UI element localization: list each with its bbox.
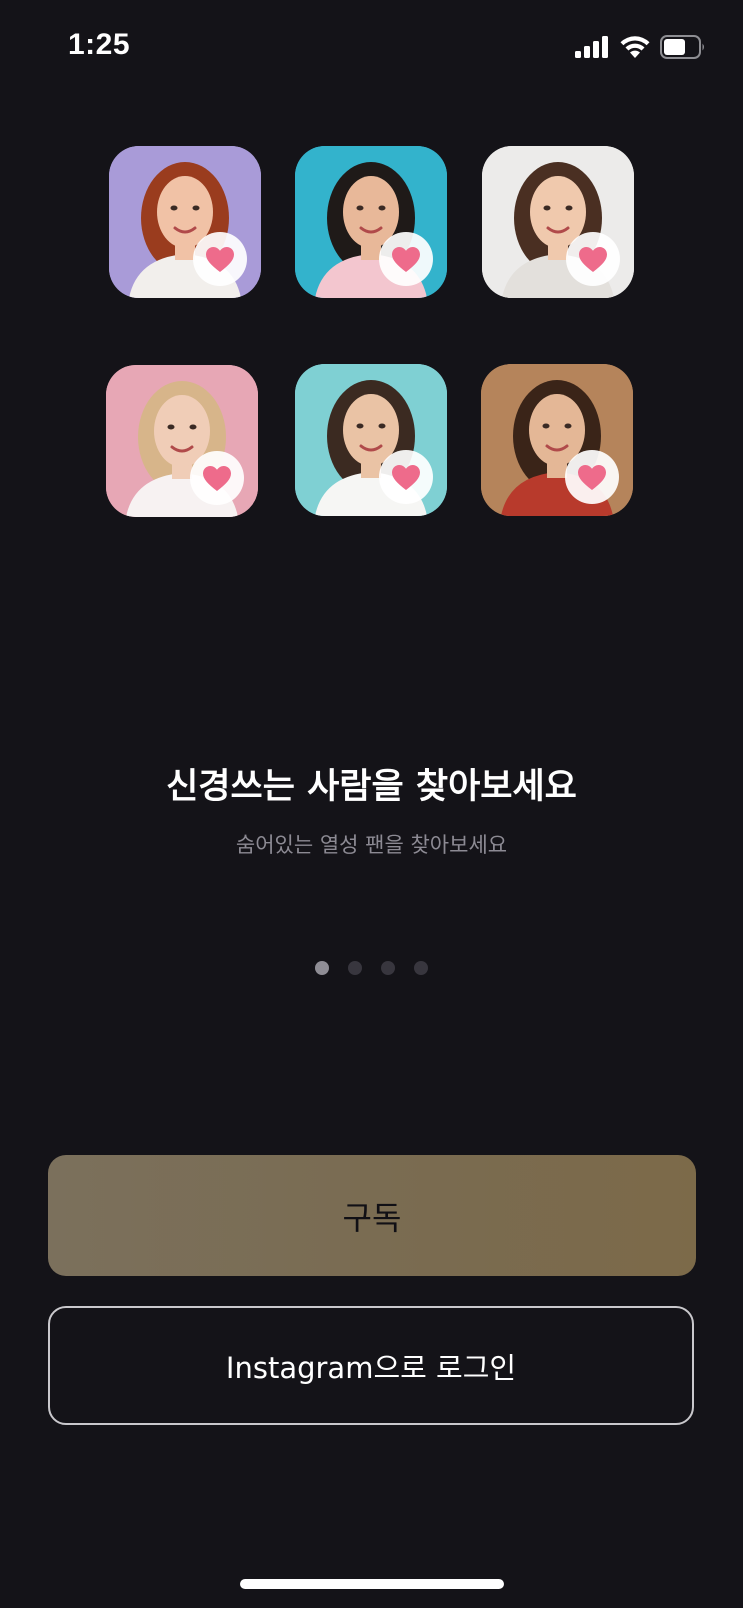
like-badge[interactable] [193, 232, 247, 286]
profile-photo-grid [0, 0, 743, 540]
heart-icon [203, 465, 231, 491]
profile-photo-4[interactable] [106, 365, 258, 517]
onboarding-subtitle: 숨어있는 열성 팬을 찾아보세요 [235, 833, 508, 857]
page-dot-3[interactable] [381, 961, 395, 975]
like-badge[interactable] [190, 451, 244, 505]
like-badge[interactable] [379, 450, 433, 504]
profile-photo-5[interactable] [295, 364, 447, 516]
profile-photo-6[interactable] [481, 364, 633, 516]
heart-icon [578, 464, 606, 490]
page-dot-4[interactable] [414, 961, 428, 975]
profile-photo-3[interactable] [482, 146, 634, 298]
like-badge[interactable] [565, 450, 619, 504]
like-badge[interactable] [379, 232, 433, 286]
onboarding-title: 신경쓰는 사람을 찾아보세요 [166, 767, 577, 807]
page-dot-2[interactable] [348, 961, 362, 975]
instagram-login-button[interactable]: Instagram으로 로그인 [48, 1306, 694, 1425]
page-dot-1[interactable] [315, 961, 329, 975]
like-badge[interactable] [566, 232, 620, 286]
subscribe-button[interactable]: 구독 [48, 1155, 696, 1276]
profile-photo-2[interactable] [295, 146, 447, 298]
heart-icon [579, 246, 607, 272]
heart-icon [392, 246, 420, 272]
heart-icon [206, 246, 234, 272]
profile-photo-1[interactable] [109, 146, 261, 298]
heart-icon [392, 464, 420, 490]
page-indicator[interactable] [0, 961, 743, 975]
home-indicator [240, 1579, 504, 1589]
